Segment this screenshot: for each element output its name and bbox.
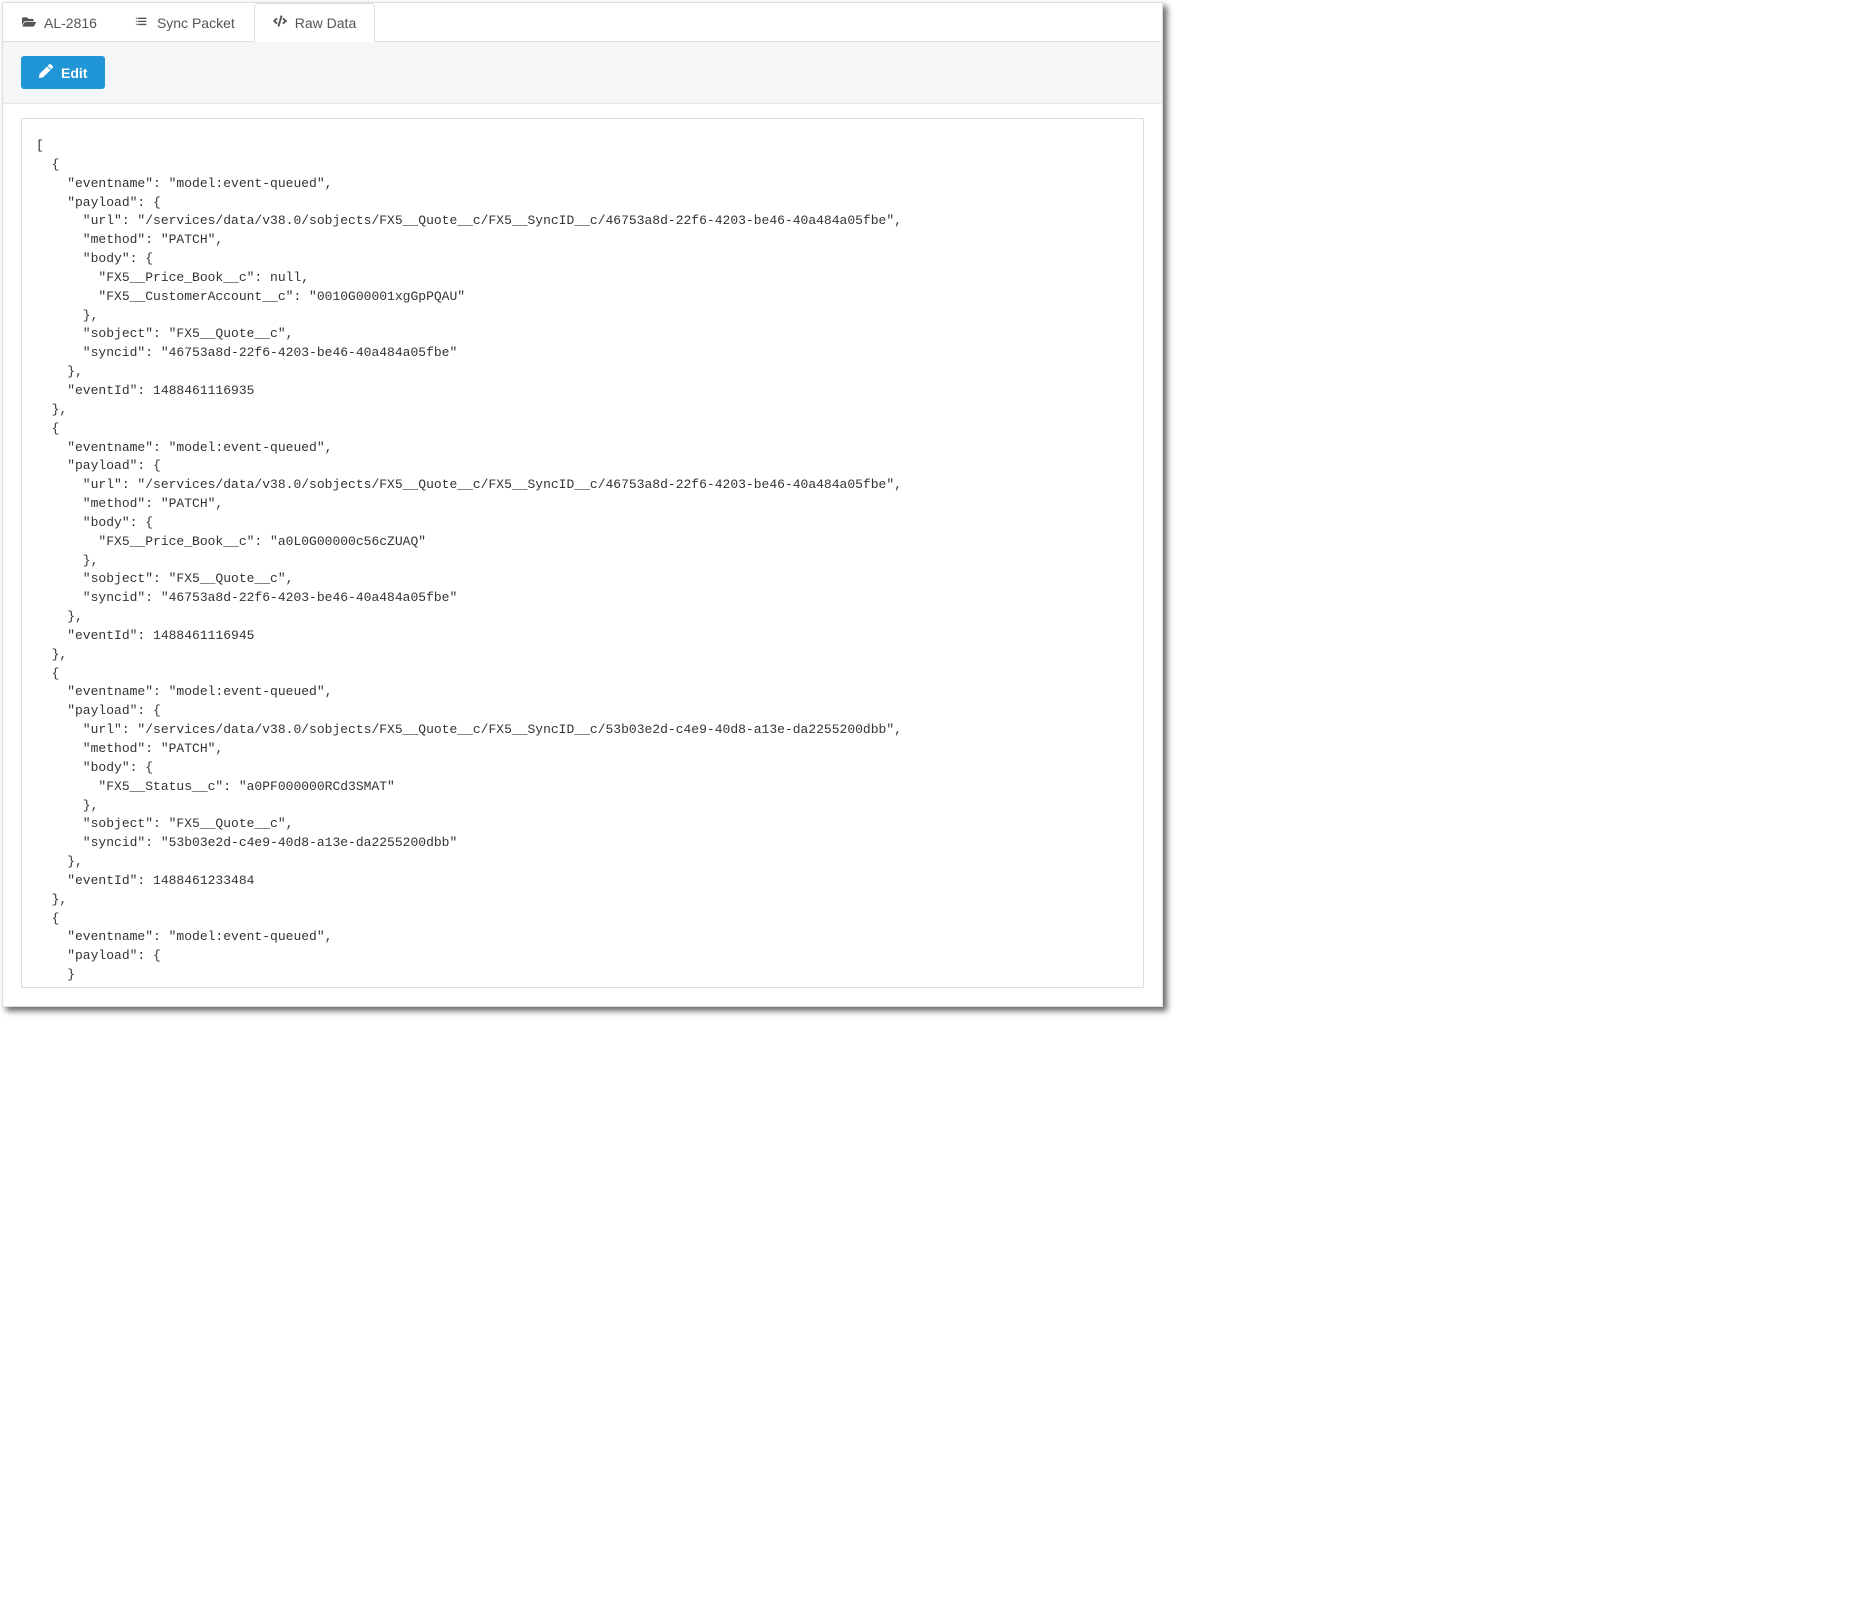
tab-label: Sync Packet: [157, 15, 235, 31]
pencil-icon: [39, 64, 53, 81]
content-area: [ { "eventname": "model:event-queued", "…: [3, 104, 1162, 1006]
code-icon: [273, 14, 287, 31]
edit-button[interactable]: Edit: [21, 56, 105, 89]
window: AL-2816 Sync Packet Raw Data Edit [ { "e…: [2, 2, 1163, 1007]
folder-open-icon: [22, 15, 36, 32]
edit-button-label: Edit: [61, 65, 87, 81]
tab-al-2816[interactable]: AL-2816: [3, 3, 116, 42]
raw-data-viewer[interactable]: [ { "eventname": "model:event-queued", "…: [21, 118, 1144, 988]
tab-label: AL-2816: [44, 15, 97, 31]
toolbar: Edit: [3, 42, 1162, 104]
tab-label: Raw Data: [295, 15, 356, 31]
tab-sync-packet[interactable]: Sync Packet: [116, 3, 254, 42]
tab-bar: AL-2816 Sync Packet Raw Data: [3, 3, 1162, 42]
list-icon: [135, 15, 149, 32]
tab-raw-data[interactable]: Raw Data: [254, 3, 375, 42]
